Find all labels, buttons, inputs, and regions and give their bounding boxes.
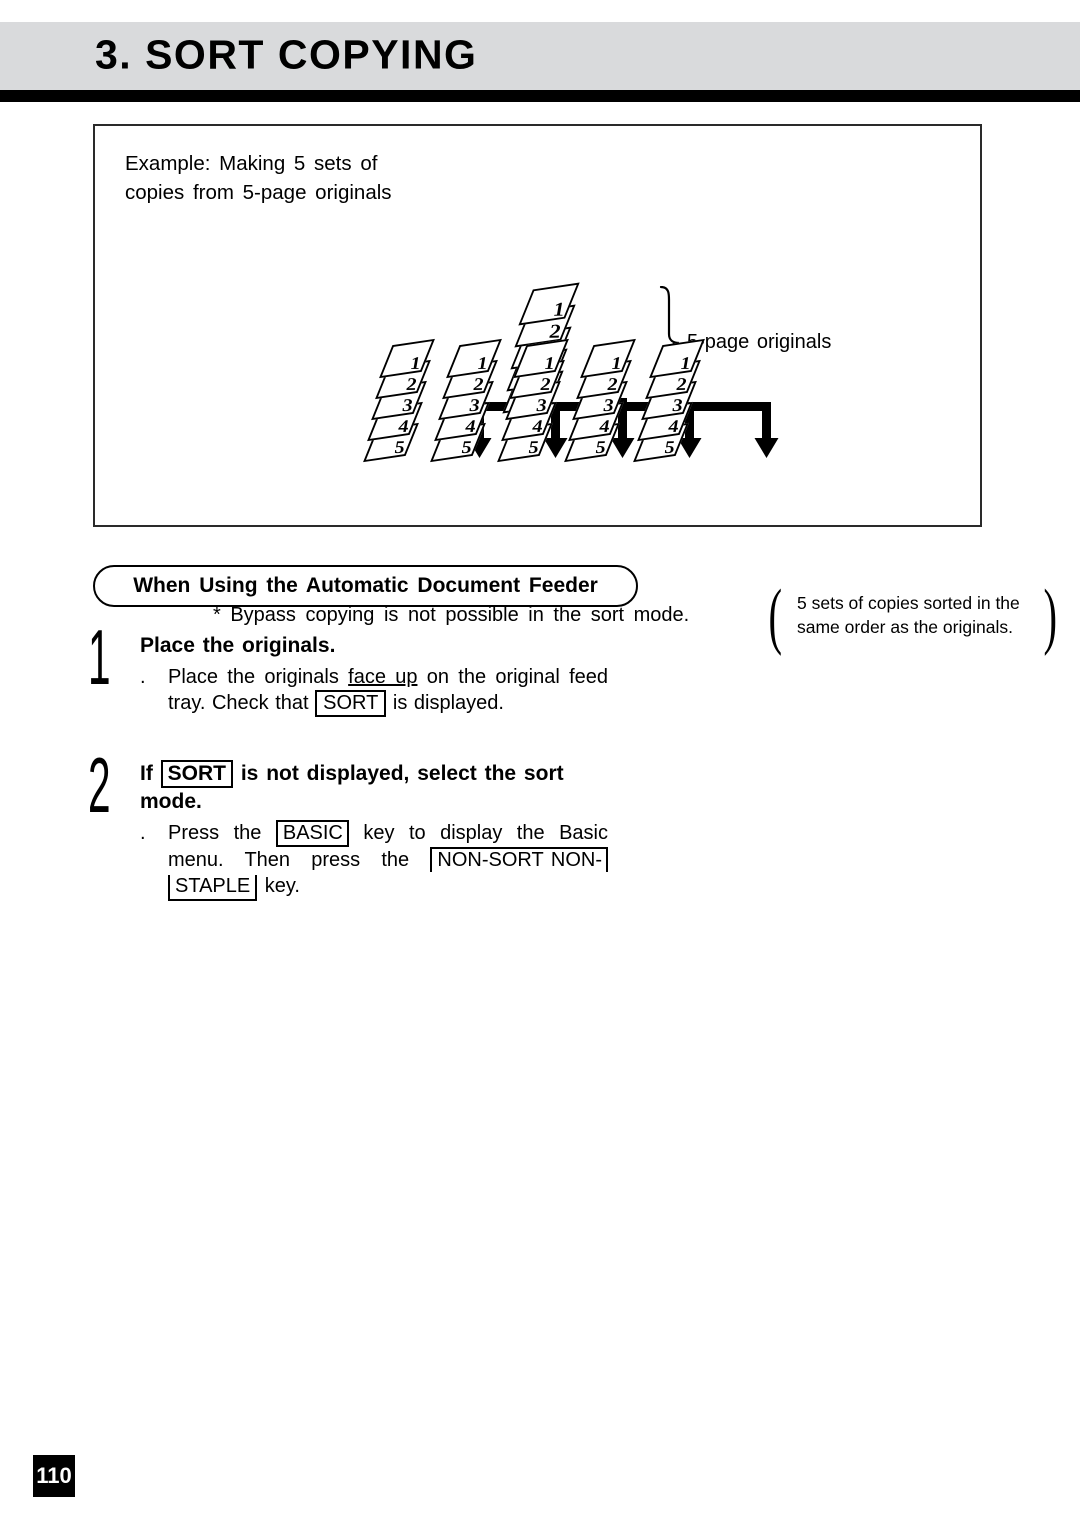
step-number: 1 <box>88 613 111 701</box>
detail-text-part: Press the <box>168 822 276 844</box>
copy-sheet: 1 <box>580 338 636 379</box>
step-detail: . Press the BASIC key to display the Bas… <box>140 820 608 901</box>
sheet-number: 4 <box>531 417 543 437</box>
detail-text-part: key. <box>257 875 300 897</box>
step-number: 2 <box>88 741 111 829</box>
sheet-number: 5 <box>594 438 606 458</box>
non-sort-non-staple-keycap-line1[interactable]: NON-SORT NON- <box>430 847 608 872</box>
copy-sheet: 1 <box>649 338 705 379</box>
original-sheet: 1 <box>518 282 580 326</box>
sheet-number: 4 <box>464 417 476 437</box>
page-title: 3. SORT COPYING <box>95 31 478 78</box>
example-caption: Example: Making 5 sets of copies from 5-… <box>125 152 392 204</box>
sheet-number: 2 <box>606 375 618 395</box>
sheet-number: 2 <box>472 375 484 395</box>
copy-sheet: 1 <box>446 338 502 379</box>
step-title: If SORT is not displayed, select the sor… <box>140 760 608 815</box>
sorted-copies-note: ( 5 sets of copies sorted in the same or… <box>763 579 1063 653</box>
step-body: If SORT is not displayed, select the sor… <box>140 760 608 901</box>
paren-right: ) <box>1043 575 1058 657</box>
sheet-number: 3 <box>602 396 614 416</box>
page-number-badge: 110 <box>33 1455 75 1497</box>
sheet-number: 4 <box>397 417 409 437</box>
sort-keycap[interactable]: SORT <box>315 690 387 717</box>
non-sort-non-staple-keycap-line2[interactable]: STAPLE <box>168 875 258 901</box>
example-diagram-box: Example: Making 5 sets of copies from 5-… <box>93 124 1057 653</box>
sheet-number: 3 <box>401 396 413 416</box>
adf-section-heading: When Using the Automatic Document Feeder <box>93 565 638 607</box>
copy-stack: 1 2 3 4 5 <box>363 338 439 463</box>
step-body: Place the originals. . Place the origina… <box>140 632 608 717</box>
sheet-number: 2 <box>539 375 551 395</box>
paren-left: ( <box>768 575 783 657</box>
sheet-number: 1 <box>679 354 691 374</box>
detail-text-part: Place the originals <box>168 666 349 688</box>
sheet-number: 3 <box>468 396 480 416</box>
sorted-note-text: 5 sets of copies sorted in the same orde… <box>797 593 1020 637</box>
sheet-number: 2 <box>675 375 687 395</box>
chapter-header-bar: 3. SORT COPYING <box>0 22 1080 90</box>
sheet-number: 2 <box>548 319 561 343</box>
sheet-number: 2 <box>405 375 417 395</box>
detail-text-part: is displayed. <box>386 692 504 714</box>
sheet-number: 5 <box>460 438 472 458</box>
sheet-number: 1 <box>476 354 488 374</box>
adf-section-label: When Using the Automatic Document Feeder <box>133 574 598 597</box>
step-detail-text: Place the originals face up on the origi… <box>168 664 608 717</box>
step-detail: . Place the originals face up on the ori… <box>140 664 608 717</box>
bullet-marker: . <box>140 822 146 844</box>
sheet-number: 3 <box>535 396 547 416</box>
sort-keycap[interactable]: SORT <box>160 760 234 788</box>
basic-keycap[interactable]: BASIC <box>275 820 349 847</box>
sheet-number: 1 <box>409 354 421 374</box>
bullet-marker: . <box>140 666 146 688</box>
sheet-number: 5 <box>527 438 539 458</box>
bypass-note: * Bypass copying is not possible in the … <box>213 604 690 626</box>
copy-stack: 1 2 3 4 5 <box>564 338 640 463</box>
copy-stack: 1 2 3 4 5 <box>430 338 506 463</box>
face-up-emphasis: face up <box>348 666 418 688</box>
step-title-part: If <box>140 762 161 785</box>
sheet-number: 5 <box>663 438 675 458</box>
sheet-number: 3 <box>671 396 683 416</box>
sheet-number: 5 <box>393 438 405 458</box>
sheet-number: 4 <box>667 417 679 437</box>
step-detail-text: Press the BASIC key to display the Basic… <box>168 820 608 901</box>
copy-stack: 1 2 3 4 5 <box>633 338 709 463</box>
sheet-number: 1 <box>610 354 622 374</box>
header-divider-rule <box>0 90 1080 102</box>
step-title: Place the originals. <box>140 634 336 657</box>
sheet-number: 4 <box>598 417 610 437</box>
copy-sheet: 1 <box>379 338 435 379</box>
sheet-number: 1 <box>552 297 565 321</box>
sheet-number: 1 <box>543 354 555 374</box>
